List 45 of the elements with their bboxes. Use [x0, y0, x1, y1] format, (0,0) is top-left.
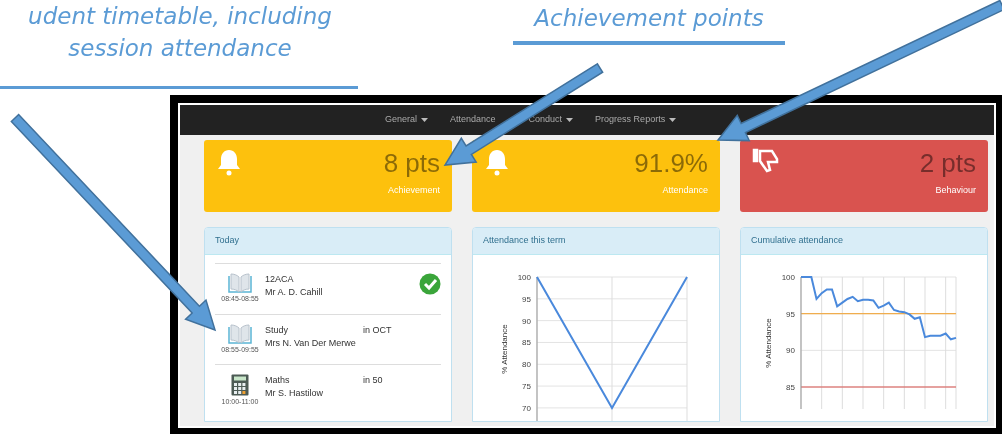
- bell-icon: [216, 148, 242, 176]
- stat-label: Attendance: [662, 184, 708, 197]
- tick-label: 90: [786, 346, 795, 356]
- teacher-text: Mr S. Hastilow: [265, 387, 324, 400]
- stat-value: 2 pts: [919, 148, 976, 178]
- nav-menu[interactable]: General: [385, 113, 429, 127]
- tick-label: 70: [522, 403, 531, 413]
- tick-label: 90: [522, 316, 531, 326]
- panel-title: Cumulative attendance: [751, 234, 844, 248]
- stat-label: Achievement: [387, 184, 440, 197]
- caret-icon: [669, 118, 677, 122]
- tick-label: 85: [786, 383, 795, 392]
- tick-label: 80: [522, 360, 531, 370]
- book-icon: [228, 323, 252, 344]
- subject-text: 12ACA: [265, 273, 295, 286]
- subject-text: Maths: [265, 374, 291, 387]
- stat-value: 91.9%: [634, 148, 708, 178]
- teacher-text: Mr A. D. Cahill: [265, 286, 324, 299]
- book-icon: [228, 273, 252, 293]
- caret-icon: [421, 118, 429, 122]
- calculator-icon: [231, 374, 249, 396]
- caret-icon: [566, 118, 574, 122]
- tick-label: 85: [522, 338, 531, 348]
- panel-title: Attendance this term: [483, 234, 566, 248]
- stat-label: Behaviour: [935, 184, 976, 197]
- tick-label: 95: [786, 309, 795, 319]
- bell-icon: [484, 148, 510, 176]
- annotation-text: Achievement points: [534, 4, 764, 33]
- tick-label: 75: [522, 382, 531, 392]
- nav-menu[interactable]: Attendance: [450, 113, 507, 127]
- axis-label: % Attendance: [764, 318, 773, 368]
- subject-text: Study: [265, 323, 289, 337]
- nav-menu[interactable]: Progress Reports: [595, 113, 677, 127]
- annotation-text: session attendance: [68, 34, 292, 63]
- teacher-text: Mrs N. Van Der Merwe: [265, 336, 357, 350]
- tick-label: 95: [522, 294, 531, 304]
- check-icon: [419, 273, 441, 295]
- panel-title: Today: [215, 234, 240, 248]
- annotation-text: udent timetable, including: [28, 2, 332, 31]
- room-text: in OCT: [363, 324, 392, 335]
- tick-label: 100: [781, 273, 795, 282]
- axis-label: % Attendance: [500, 324, 509, 374]
- tick-label: 100: [517, 273, 531, 282]
- stat-value: 8 pts: [383, 148, 440, 178]
- room-text: in 50: [363, 375, 383, 385]
